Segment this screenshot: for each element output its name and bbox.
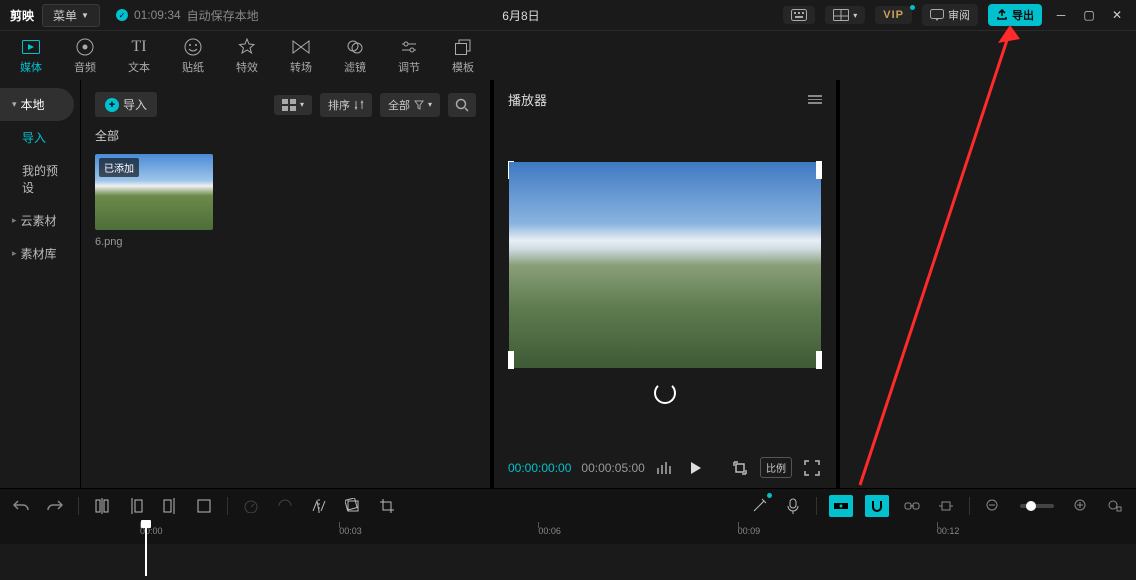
mic-button[interactable] <box>782 495 804 517</box>
keyboard-icon[interactable] <box>783 6 815 24</box>
duration-time: 00:00:05:00 <box>581 461 644 475</box>
timeline-ruler[interactable]: 00:00 00:03 00:06 00:09 00:12 <box>0 522 1136 544</box>
smart-tool-button[interactable] <box>748 495 770 517</box>
crop-icon[interactable] <box>730 458 750 478</box>
sidebar-item-library[interactable]: ▸素材库 <box>0 237 80 270</box>
autosave-status: ✓ 01:09:34 自动保存本地 <box>116 7 259 24</box>
effect-icon <box>237 37 257 57</box>
filter-button[interactable]: 全部▾ <box>380 93 440 117</box>
audio-icon <box>75 37 95 57</box>
crop-button[interactable] <box>376 495 398 517</box>
delete-button[interactable] <box>193 495 215 517</box>
magnet-button[interactable] <box>865 495 889 517</box>
inspector-panel <box>836 80 1136 488</box>
preview-frame <box>509 162 821 368</box>
document-title: 6月8日 <box>259 7 784 24</box>
rotate-button[interactable] <box>342 495 364 517</box>
close-icon[interactable]: ✕ <box>1108 6 1126 24</box>
added-tag: 已添加 <box>99 158 139 177</box>
text-icon: TI <box>129 37 149 57</box>
volume-bars-icon[interactable] <box>655 458 675 478</box>
titlebar: 剪映 菜单▼ ✓ 01:09:34 自动保存本地 6月8日 ▾ VIP 审阅 导… <box>0 0 1136 30</box>
trim-left-button[interactable] <box>125 495 147 517</box>
fullscreen-icon[interactable] <box>802 458 822 478</box>
loading-icon <box>654 382 676 404</box>
plus-icon: + <box>105 98 119 112</box>
chevron-right-icon: ▸ <box>12 215 17 226</box>
undo-button[interactable] <box>10 495 32 517</box>
trim-right-button[interactable] <box>159 495 181 517</box>
media-item-name: 6.png <box>95 236 213 248</box>
check-icon: ✓ <box>116 9 128 21</box>
zoom-fit-button[interactable] <box>1104 495 1126 517</box>
player-panel: 播放器 00:00:00:00 00:00:05:00 比例 <box>490 80 836 488</box>
sidebar-item-preset[interactable]: 我的预设 <box>0 154 80 204</box>
maximize-icon[interactable]: ▢ <box>1080 6 1098 24</box>
review-button[interactable]: 审阅 <box>922 4 978 26</box>
search-button[interactable] <box>448 93 476 117</box>
redo-button[interactable] <box>44 495 66 517</box>
player-menu-icon[interactable] <box>808 95 822 104</box>
chevron-down-icon: ▾ <box>12 99 17 110</box>
category-tabs: 媒体 音频 TI文本 贴纸 特效 转场 滤镜 调节 模板 <box>0 30 1136 80</box>
sidebar: ▾本地 导入 我的预设 ▸云素材 ▸素材库 <box>0 80 80 488</box>
media-thumbnail: 已添加 <box>95 154 213 230</box>
tab-template[interactable]: 模板 <box>436 32 490 80</box>
split-button[interactable] <box>91 495 113 517</box>
tab-effect[interactable]: 特效 <box>220 32 274 80</box>
tab-audio[interactable]: 音频 <box>58 32 112 80</box>
current-time: 00:00:00:00 <box>508 461 571 475</box>
play-button[interactable] <box>685 458 705 478</box>
tab-filter[interactable]: 滤镜 <box>328 32 382 80</box>
tab-sticker[interactable]: 贴纸 <box>166 32 220 80</box>
export-button[interactable]: 导出 <box>988 4 1042 26</box>
vip-button[interactable]: VIP <box>875 6 912 24</box>
track-area[interactable] <box>0 544 1136 580</box>
zoom-slider[interactable] <box>1020 504 1054 508</box>
zoom-in-button[interactable] <box>1070 495 1092 517</box>
sidebar-item-import[interactable]: 导入 <box>0 121 80 154</box>
preview-area[interactable] <box>494 119 836 447</box>
timeline-panel[interactable]: 00:00 00:03 00:06 00:09 00:12 <box>0 522 1136 580</box>
menu-button[interactable]: 菜单▼ <box>42 4 100 27</box>
aspect-ratio-button[interactable]: 比例 <box>760 457 792 478</box>
edit-toolbar <box>0 488 1136 522</box>
mirror-button[interactable] <box>308 495 330 517</box>
sticker-icon <box>183 37 203 57</box>
view-mode-button[interactable]: ▾ <box>274 95 312 115</box>
transition-icon <box>291 37 311 57</box>
preview-line-button[interactable] <box>935 495 957 517</box>
media-item[interactable]: 已添加 6.png <box>95 154 213 248</box>
sidebar-item-cloud[interactable]: ▸云素材 <box>0 204 80 237</box>
tab-adjust[interactable]: 调节 <box>382 32 436 80</box>
zoom-out-button[interactable] <box>982 495 1004 517</box>
import-button[interactable]: +导入 <box>95 92 157 117</box>
sidebar-item-local[interactable]: ▾本地 <box>0 88 74 121</box>
reverse-button[interactable] <box>274 495 296 517</box>
filter-icon <box>345 37 365 57</box>
sort-button[interactable]: 排序 <box>320 93 372 117</box>
layout-icon[interactable]: ▾ <box>825 6 865 24</box>
media-icon <box>21 37 41 57</box>
tab-transition[interactable]: 转场 <box>274 32 328 80</box>
media-panel: +导入 ▾ 排序 全部▾ 全部 已添加 6.png <box>80 80 490 488</box>
template-icon <box>453 37 473 57</box>
player-title: 播放器 <box>508 90 547 109</box>
custom-speed-button[interactable] <box>240 495 262 517</box>
app-logo: 剪映 <box>10 7 34 24</box>
section-label: 全部 <box>95 127 476 144</box>
tab-text[interactable]: TI文本 <box>112 32 166 80</box>
adjust-icon <box>399 37 419 57</box>
tab-media[interactable]: 媒体 <box>4 32 58 80</box>
minimize-icon[interactable]: ─ <box>1052 6 1070 24</box>
link-button[interactable] <box>901 495 923 517</box>
playhead[interactable] <box>145 522 147 576</box>
chevron-right-icon: ▸ <box>12 248 17 259</box>
main-track-button[interactable] <box>829 495 853 517</box>
